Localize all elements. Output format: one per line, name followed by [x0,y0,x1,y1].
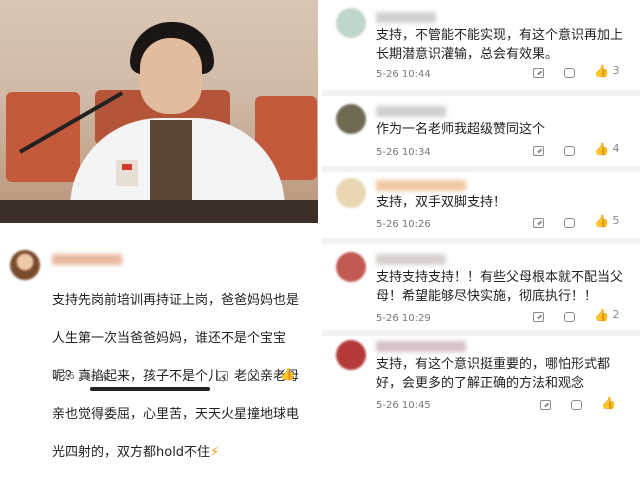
share-icon [533,68,544,78]
news-photo [0,0,318,223]
reply-icon [564,146,575,156]
share-icon [533,218,544,228]
desk [0,200,318,223]
reply-button[interactable] [571,398,582,411]
comment-item: 支持，有这个意识挺重要的，哪怕形式都 好，会更多的了解正确的方法和观念 5-26… [322,336,640,421]
comment-text: 支持，双手双脚支持！ [376,195,507,210]
username-blurred [376,254,446,265]
reply-button[interactable] [564,144,575,157]
share-button[interactable] [540,398,551,411]
comment-item: 支持，双手双脚支持！ 5-26 10:26 👍 5 [322,172,640,238]
username-blurred [376,12,436,23]
share-icon [533,312,544,322]
like-button[interactable]: 👍 [601,396,616,410]
like-count: 5 [612,214,620,227]
avatar [336,178,366,208]
lightning-icon: ⚡ [210,445,220,460]
like-icon: 👍 [594,308,609,322]
avatar [336,252,366,282]
like-icon: 👍 [601,396,616,410]
share-button[interactable] [533,66,544,79]
reply-icon [571,400,582,410]
like-button[interactable]: 👍 [280,367,295,381]
share-button[interactable] [533,144,544,157]
avatar [336,340,366,370]
like-icon: 👍 [280,367,295,381]
share-icon [533,146,544,156]
name-badge [116,160,138,186]
comment-item: 作为一名老师我超级赞同这个 5-26 10:34 👍 4 [322,96,640,166]
like-count: 4 [612,142,620,155]
scroll-bar [90,387,210,391]
avatar [10,250,40,280]
like-button[interactable]: 👍 3 [594,64,619,78]
comment-text: 作为一名老师我超级赞同这个 [376,122,546,137]
share-button[interactable] [533,310,544,323]
comment-item: 支持，不管能不能实现，有这个意识再加上 长期潜意识灌输，总会有效果。 5-26 … [322,0,640,90]
person-face [140,38,202,114]
username-blurred [52,254,122,265]
username-blurred [376,106,446,117]
comment-time: 5-26 10:34 [52,371,107,382]
comment-time: 5-26 10:44 [376,69,431,80]
share-icon [540,400,551,410]
reply-button[interactable] [564,216,575,229]
username-blurred [376,180,466,191]
like-button[interactable]: 👍 4 [594,142,619,156]
avatar [336,8,366,38]
comment-text: 支持支持支持！！有些父母根本就不配当父 母！希望能够尽快实施，彻底执行！！ [376,270,624,304]
like-count: 3 [612,64,620,77]
comment-item: 支持支持支持！！有些父母根本就不配当父 母！希望能够尽快实施，彻底执行！！ 5-… [322,244,640,330]
like-count: 2 [612,308,620,321]
reply-icon [248,371,259,381]
like-button[interactable]: 👍 5 [594,214,619,228]
comment-text: 支持，有这个意识挺重要的，哪怕形式都 好，会更多的了解正确的方法和观念 [376,357,611,391]
comment-time: 5-26 10:34 [376,147,431,158]
share-button[interactable] [217,369,228,382]
comment-card-left: 支持先岗前培训再持证上岗，爸爸妈妈也是 人生第一次当爸爸妈妈，谁还不是个宝宝 呢… [0,238,318,460]
share-button[interactable] [533,216,544,229]
reply-button[interactable] [248,369,259,382]
like-icon: 👍 [594,64,609,78]
like-icon: 👍 [594,214,609,228]
reply-icon [564,312,575,322]
like-icon: 👍 [594,142,609,156]
comment-text: 支持，不管能不能实现，有这个意识再加上 长期潜意识灌输，总会有效果。 [376,28,624,62]
like-button[interactable]: 👍 2 [594,308,619,322]
share-icon [217,371,228,381]
reply-icon [564,68,575,78]
comment-time: 5-26 10:29 [376,313,431,324]
username-blurred [376,341,466,352]
avatar [336,104,366,134]
reply-button[interactable] [564,310,575,323]
comment-time: 5-26 10:45 [376,400,431,411]
reply-button[interactable] [564,66,575,79]
comment-time: 5-26 10:26 [376,219,431,230]
reply-icon [564,218,575,228]
